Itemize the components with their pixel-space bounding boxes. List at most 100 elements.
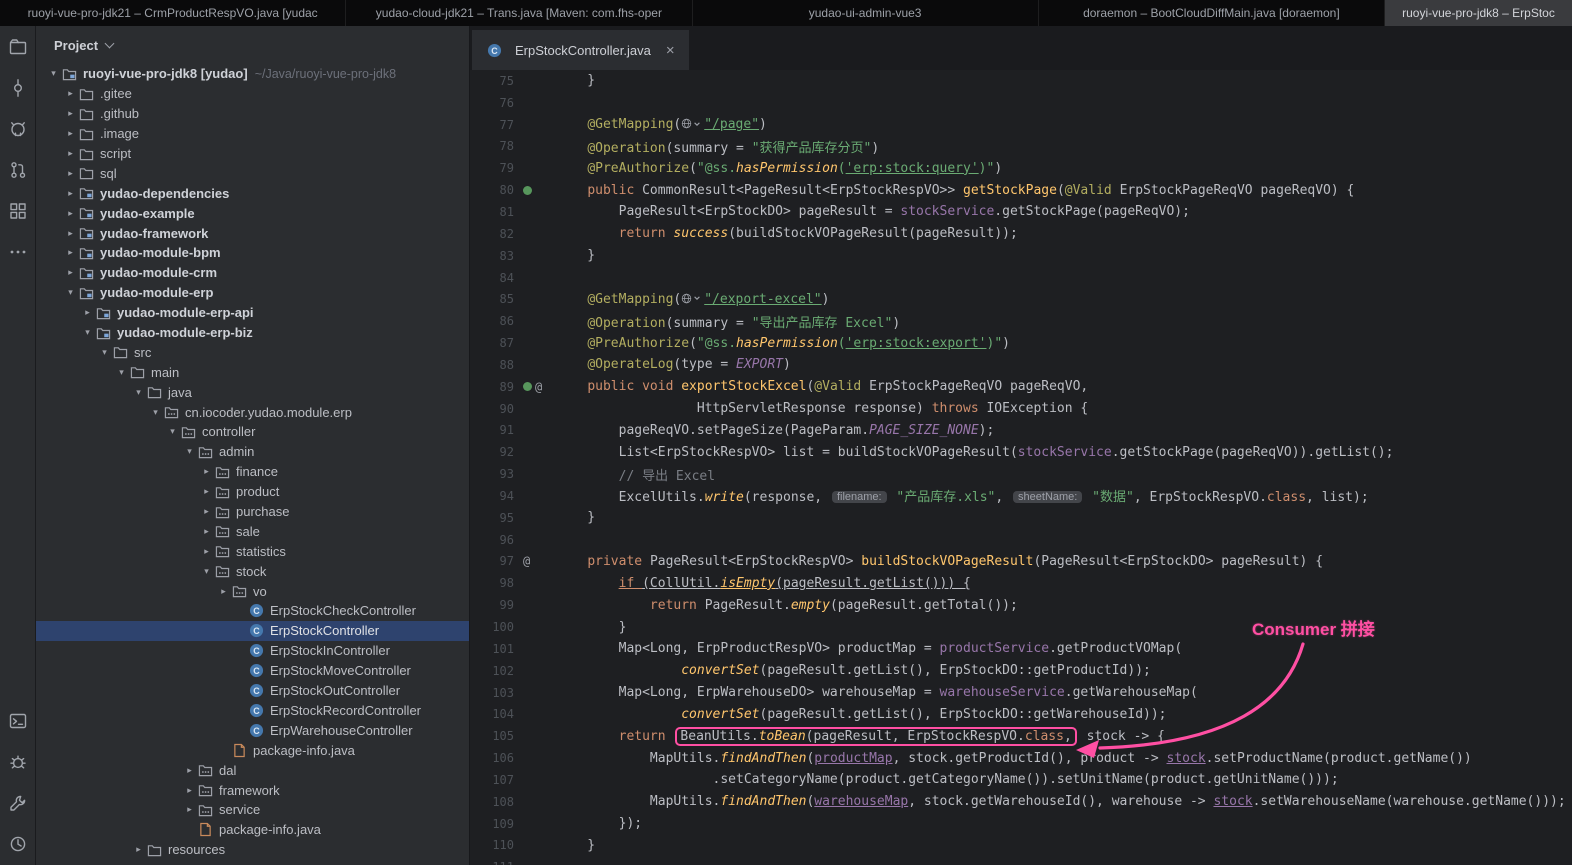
- code-line-79[interactable]: 79 @PreAuthorize("@ss.hasPermission('erp…: [470, 157, 1572, 179]
- chevron-expanded-icon[interactable]: ▾: [80, 327, 95, 338]
- code-line-101[interactable]: 101 Map<Long, ErpProductRespVO> productM…: [470, 638, 1572, 660]
- code-line-109[interactable]: 109 });: [470, 813, 1572, 835]
- tree-item-erpstockoutcontroller[interactable]: CErpStockOutController: [36, 681, 469, 701]
- chevron-collapsed-icon[interactable]: ▸: [199, 526, 214, 537]
- spring-bean-icon[interactable]: [523, 382, 532, 391]
- services-icon[interactable]: [7, 792, 29, 814]
- debug-icon[interactable]: [7, 751, 29, 773]
- tree-item-resources[interactable]: ▸resources: [36, 840, 469, 860]
- tree-item-yudao-module-crm[interactable]: ▸yudao-module-crm: [36, 263, 469, 283]
- tree-item-script[interactable]: ▸script: [36, 144, 469, 164]
- tree-item-main[interactable]: ▾main: [36, 362, 469, 382]
- tree-item-erpstockincontroller[interactable]: CErpStockInController: [36, 641, 469, 661]
- chevron-collapsed-icon[interactable]: ▸: [63, 188, 78, 199]
- tree-item-product[interactable]: ▸product: [36, 482, 469, 502]
- chevron-collapsed-icon[interactable]: ▸: [63, 228, 78, 239]
- window-tab[interactable]: yudao-ui-admin-vue3: [693, 0, 1039, 26]
- chevron-collapsed-icon[interactable]: ▸: [63, 267, 78, 278]
- code-line-98[interactable]: 98 if (CollUtil.isEmpty(pageResult.getLi…: [470, 572, 1572, 594]
- code-line-75[interactable]: 75 }: [470, 70, 1572, 92]
- chevron-expanded-icon[interactable]: ▾: [165, 426, 180, 437]
- commit-icon[interactable]: [7, 77, 29, 99]
- tree-item-admin[interactable]: ▾admin: [36, 442, 469, 462]
- chevron-collapsed-icon[interactable]: ▸: [199, 486, 214, 497]
- chevron-collapsed-icon[interactable]: ▸: [63, 247, 78, 258]
- terminal-icon[interactable]: [7, 710, 29, 732]
- tree-item-controller[interactable]: ▾controller: [36, 422, 469, 442]
- tree-item-yudao-dependencies[interactable]: ▸yudao-dependencies: [36, 183, 469, 203]
- chevron-expanded-icon[interactable]: ▾: [182, 446, 197, 457]
- chevron-collapsed-icon[interactable]: ▸: [80, 307, 95, 318]
- tree-item-vo[interactable]: ▸vo: [36, 581, 469, 601]
- chevron-collapsed-icon[interactable]: ▸: [63, 108, 78, 119]
- url-globe-icon[interactable]: [681, 293, 701, 304]
- editor-tab[interactable]: C ErpStockController.java ×: [472, 30, 689, 70]
- chevron-expanded-icon[interactable]: ▾: [199, 566, 214, 577]
- chevron-expanded-icon[interactable]: ▾: [131, 387, 146, 398]
- close-icon[interactable]: ×: [666, 42, 675, 59]
- code-line-93[interactable]: 93 // 导出 Excel: [470, 463, 1572, 485]
- chevron-collapsed-icon[interactable]: ▸: [63, 128, 78, 139]
- code-line-77[interactable]: 77 @GetMapping("/page"): [470, 114, 1572, 136]
- code-line-103[interactable]: 103 Map<Long, ErpWarehouseDO> warehouseM…: [470, 682, 1572, 704]
- chevron-collapsed-icon[interactable]: ▸: [63, 208, 78, 219]
- code-line-83[interactable]: 83 }: [470, 245, 1572, 267]
- window-tab[interactable]: ruoyi-vue-pro-jdk8 – ErpStoc: [1385, 0, 1572, 26]
- code-line-82[interactable]: 82 return success(buildStockVOPageResult…: [470, 223, 1572, 245]
- tree-item-erpstockrecordcontroller[interactable]: CErpStockRecordController: [36, 701, 469, 721]
- code-line-94[interactable]: 94 ExcelUtils.write(response, filename: …: [470, 485, 1572, 507]
- code-line-99[interactable]: 99 return PageResult.empty(pageResult.ge…: [470, 594, 1572, 616]
- code-line-95[interactable]: 95 }: [470, 507, 1572, 529]
- code-line-100[interactable]: 100 }: [470, 616, 1572, 638]
- chevron-expanded-icon[interactable]: ▾: [148, 407, 163, 418]
- chevron-collapsed-icon[interactable]: ▸: [182, 765, 197, 776]
- tree-item-purchase[interactable]: ▸purchase: [36, 502, 469, 522]
- project-panel-header[interactable]: Project: [36, 26, 469, 64]
- code-line-102[interactable]: 102 convertSet(pageResult.getList(), Erp…: [470, 660, 1572, 682]
- chevron-collapsed-icon[interactable]: ▸: [199, 546, 214, 557]
- tree-item-java[interactable]: ▾java: [36, 382, 469, 402]
- code-line-108[interactable]: 108 MapUtils.findAndThen(warehouseMap, s…: [470, 791, 1572, 813]
- chevron-collapsed-icon[interactable]: ▸: [131, 844, 146, 855]
- window-tab[interactable]: yudao-cloud-jdk21 – Trans.java [Maven: c…: [346, 0, 692, 26]
- code-line-104[interactable]: 104 convertSet(pageResult.getList(), Erp…: [470, 703, 1572, 725]
- code-line-106[interactable]: 106 MapUtils.findAndThen(productMap, sto…: [470, 747, 1572, 769]
- code-line-81[interactable]: 81 PageResult<ErpStockDO> pageResult = s…: [470, 201, 1572, 223]
- code-line-84[interactable]: 84: [470, 267, 1572, 289]
- project-icon[interactable]: [7, 36, 29, 58]
- tree-item-yudao-module-erp-api[interactable]: ▸yudao-module-erp-api: [36, 303, 469, 323]
- code-line-80[interactable]: 80 public CommonResult<PageResult<ErpSto…: [470, 179, 1572, 201]
- url-globe-icon[interactable]: [681, 118, 701, 129]
- chevron-collapsed-icon[interactable]: ▸: [199, 506, 214, 517]
- tree-item-.github[interactable]: ▸.github: [36, 104, 469, 124]
- code-line-91[interactable]: 91 pageReqVO.setPageSize(PageParam.PAGE_…: [470, 420, 1572, 442]
- chevron-expanded-icon[interactable]: ▾: [63, 287, 78, 298]
- github-icon[interactable]: [7, 118, 29, 140]
- code-line-107[interactable]: 107 .setCategoryName(product.getCategory…: [470, 769, 1572, 791]
- chevron-collapsed-icon[interactable]: ▸: [199, 466, 214, 477]
- tree-item-yudao-framework[interactable]: ▸yudao-framework: [36, 223, 469, 243]
- spring-bean-icon[interactable]: [523, 186, 532, 195]
- chevron-expanded-icon[interactable]: ▾: [97, 347, 112, 358]
- code-line-76[interactable]: 76: [470, 92, 1572, 114]
- code-line-96[interactable]: 96: [470, 529, 1572, 551]
- code-line-87[interactable]: 87 @PreAuthorize("@ss.hasPermission('erp…: [470, 332, 1572, 354]
- pull-request-icon[interactable]: [7, 159, 29, 181]
- tree-item-yudao-example[interactable]: ▸yudao-example: [36, 203, 469, 223]
- tree-item-sql[interactable]: ▸sql: [36, 163, 469, 183]
- chevron-collapsed-icon[interactable]: ▸: [63, 168, 78, 179]
- tree-item-erpstockcontroller[interactable]: CErpStockController: [36, 621, 469, 641]
- tree-item-package-info.java[interactable]: package-info.java: [36, 740, 469, 760]
- code-line-105[interactable]: 105 return BeanUtils.toBean(pageResult, …: [470, 725, 1572, 747]
- chevron-expanded-icon[interactable]: ▾: [114, 367, 129, 378]
- code-line-85[interactable]: 85 @GetMapping("/export-excel"): [470, 288, 1572, 310]
- code-line-110[interactable]: 110 }: [470, 835, 1572, 857]
- chevron-collapsed-icon[interactable]: ▸: [216, 586, 231, 597]
- tree-item-erpwarehousecontroller[interactable]: CErpWarehouseController: [36, 720, 469, 740]
- tree-item-stock[interactable]: ▾stock: [36, 561, 469, 581]
- code-line-90[interactable]: 90 HttpServletResponse response) throws …: [470, 398, 1572, 420]
- chevron-collapsed-icon[interactable]: ▸: [63, 148, 78, 159]
- code-line-92[interactable]: 92 List<ErpStockRespVO> list = buildStoc…: [470, 441, 1572, 463]
- tree-item-framework[interactable]: ▸framework: [36, 780, 469, 800]
- code-line-86[interactable]: 86 @Operation(summary = "导出产品库存 Excel"): [470, 310, 1572, 332]
